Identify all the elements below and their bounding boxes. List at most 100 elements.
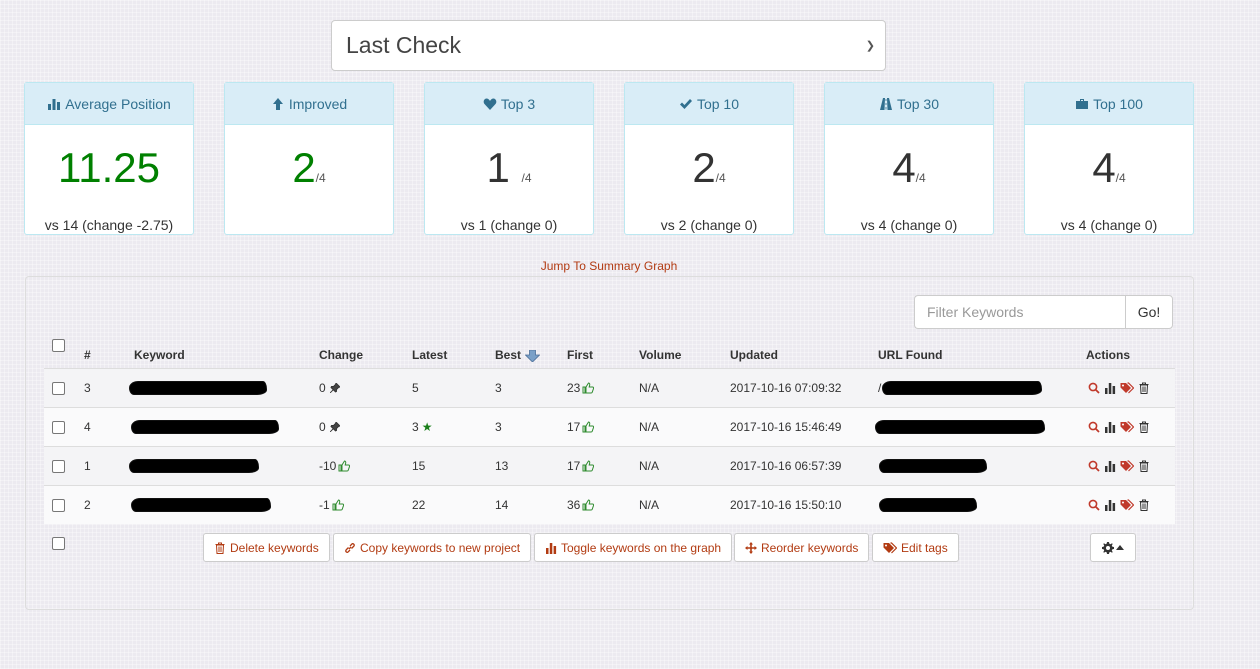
card-title: Improved (288, 95, 348, 112)
briefcase-icon (1076, 98, 1089, 109)
pin-icon (329, 383, 340, 393)
row-latest: 5 (412, 381, 419, 395)
card-title: Top 100 (1093, 95, 1143, 112)
go-button[interactable]: Go! (1125, 295, 1173, 329)
link-icon (345, 542, 355, 553)
keywords-table: # Keyword Change Latest Best First Volum… (44, 335, 1175, 524)
trash-icon (215, 542, 225, 554)
row-num: 3 (84, 381, 91, 395)
row-latest: 15 (412, 459, 426, 473)
header-first[interactable]: First (567, 329, 593, 362)
row-best: 3 (495, 381, 502, 395)
bar-chart-icon (48, 98, 61, 110)
check-period-select[interactable]: Last Check ❯ (331, 20, 886, 71)
tags-icon[interactable] (1120, 382, 1134, 394)
row-best: 13 (495, 459, 509, 473)
bar-chart-icon[interactable] (1104, 421, 1116, 433)
trash-icon[interactable] (1138, 421, 1150, 433)
card-header: Top 100 (1025, 83, 1193, 125)
header-best[interactable]: Best (495, 329, 541, 362)
row-actions (1088, 486, 1150, 524)
check-icon (679, 98, 692, 109)
copy-keywords-button[interactable]: Copy keywords to new project (333, 533, 532, 562)
keyword-redacted (130, 369, 266, 407)
row-change: -1 (319, 486, 344, 524)
star-icon: ★ (421, 420, 433, 434)
tags-icon[interactable] (1120, 460, 1134, 472)
filter-keywords-input[interactable]: Filter Keywords (914, 295, 1125, 329)
trash-icon[interactable] (1138, 460, 1150, 472)
row-volume: N/A (639, 498, 660, 512)
caret-up-icon (1116, 545, 1124, 550)
card-average-position: Average Position 11.25 vs 14 (change -2.… (24, 82, 194, 235)
heart-icon (483, 97, 497, 110)
bar-chart-icon[interactable] (1104, 460, 1116, 472)
card-top-30: Top 30 4/4 vs 4 (change 0) (824, 82, 994, 235)
table-row: 2 -1 22 14 36 N/A 2017-10-16 15:50:10 (44, 485, 1175, 524)
keyword-redacted (130, 447, 258, 485)
thumbs-up-icon (582, 460, 595, 472)
table-row: 4 0 3 ★ 3 17 N/A 2017-10-16 15:46:49 (44, 407, 1175, 446)
bulk-select-checkbox[interactable] (52, 537, 65, 555)
pin-icon (329, 422, 340, 432)
bar-chart-icon[interactable] (1104, 499, 1116, 511)
tags-icon[interactable] (1120, 499, 1134, 511)
tags-icon (883, 541, 897, 553)
move-icon (745, 541, 757, 554)
table-row: 3 0 5 3 23 N/A 2017-10-16 07:09:32 / (44, 368, 1175, 407)
row-checkbox[interactable] (52, 447, 65, 485)
row-checkbox[interactable] (52, 486, 65, 524)
row-updated: 2017-10-16 15:46:49 (730, 420, 842, 434)
reorder-keywords-button[interactable]: Reorder keywords (734, 533, 870, 562)
row-actions (1088, 447, 1150, 485)
card-title: Average Position (65, 95, 171, 112)
card-header: Top 3 (425, 83, 593, 125)
row-first: 36 (567, 486, 595, 524)
filter-group: Filter Keywords Go! (914, 295, 1173, 329)
header-volume[interactable]: Volume (639, 329, 681, 362)
card-value: 4/4 (1092, 144, 1126, 191)
search-icon[interactable] (1088, 460, 1100, 472)
card-value: 4/4 (892, 144, 926, 191)
card-subtext: vs 4 (change 0) (860, 217, 958, 233)
settings-dropdown-button[interactable] (1090, 533, 1136, 562)
sort-down-icon (525, 350, 541, 362)
toggle-graph-button[interactable]: Toggle keywords on the graph (534, 533, 733, 562)
bar-chart-icon[interactable] (1104, 382, 1116, 394)
thumbs-up-icon (332, 499, 344, 511)
delete-keywords-button[interactable]: Delete keywords (203, 533, 330, 562)
header-num[interactable]: # (84, 329, 91, 362)
search-icon[interactable] (1088, 421, 1100, 433)
header-url-found[interactable]: URL Found (878, 329, 942, 362)
row-updated: 2017-10-16 07:09:32 (730, 381, 842, 395)
search-icon[interactable] (1088, 499, 1100, 511)
row-first: 17 (567, 408, 595, 446)
trash-icon[interactable] (1138, 382, 1150, 394)
header-change[interactable]: Change (319, 329, 363, 362)
header-keyword[interactable]: Keyword (134, 329, 185, 362)
row-change: -10 (319, 447, 351, 485)
card-header: Top 30 (825, 83, 993, 125)
gear-icon (1102, 541, 1114, 554)
card-top-10: Top 10 2/4 vs 2 (change 0) (624, 82, 794, 235)
row-checkbox[interactable] (52, 408, 65, 446)
card-value: 1 /4 (486, 144, 532, 191)
card-header: Top 10 (625, 83, 793, 125)
card-top-100: Top 100 4/4 vs 4 (change 0) (1024, 82, 1194, 235)
edit-tags-button[interactable]: Edit tags (872, 533, 959, 562)
row-actions (1088, 408, 1150, 446)
row-change: 0 (319, 369, 340, 407)
header-latest[interactable]: Latest (412, 329, 447, 362)
jump-to-summary-link[interactable]: Jump To Summary Graph (0, 259, 1218, 273)
header-actions: Actions (1086, 348, 1131, 362)
search-icon[interactable] (1088, 382, 1100, 394)
header-updated[interactable]: Updated (730, 329, 778, 362)
row-num: 2 (84, 498, 91, 512)
tags-icon[interactable] (1120, 421, 1134, 433)
url-redacted: / (878, 369, 1042, 407)
trash-icon[interactable] (1138, 499, 1150, 511)
row-checkbox[interactable] (52, 369, 65, 407)
card-value: 2/4 (692, 144, 726, 191)
select-all-checkbox[interactable] (52, 329, 65, 362)
card-subtext: vs 1 (change 0) (460, 217, 558, 233)
